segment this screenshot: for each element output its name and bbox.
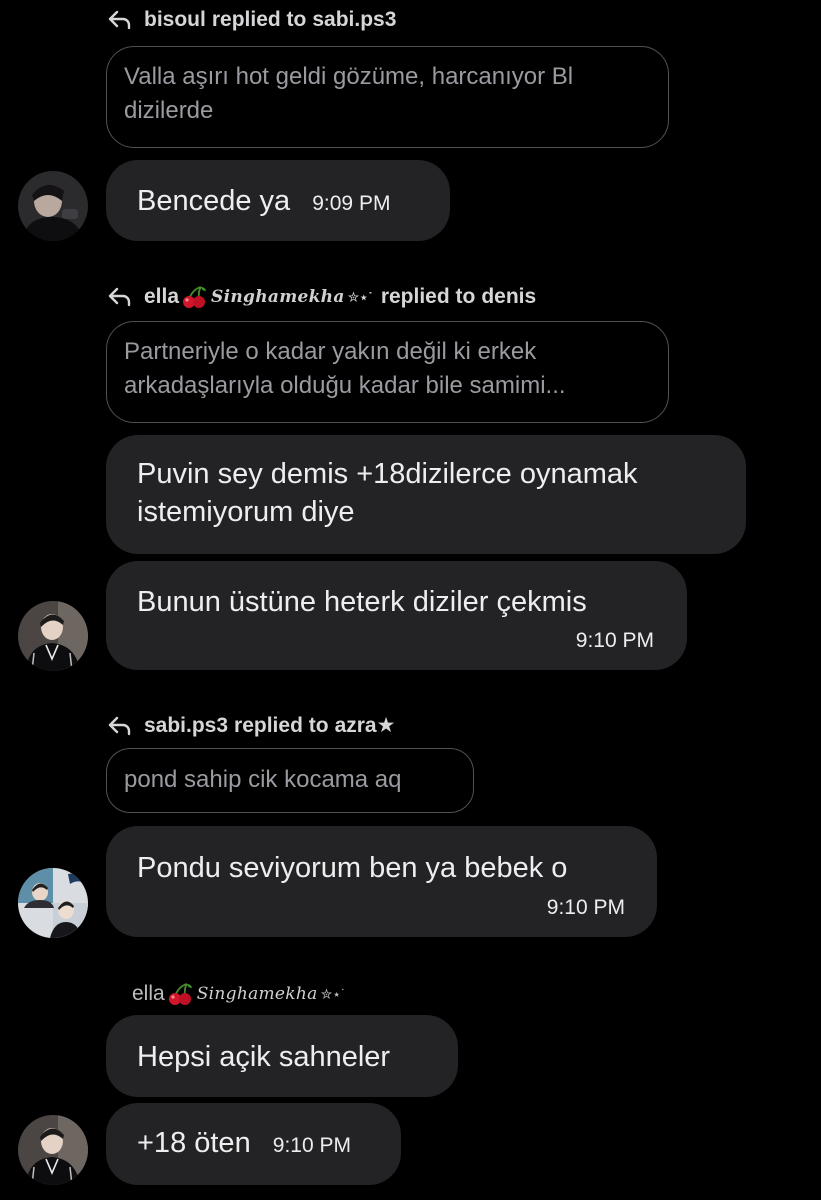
message-bubble[interactable]: Pondu seviyorum ben ya bebek o 9:10 PM: [106, 826, 657, 937]
message-text: Bunun üstüne heterk diziler çekmis: [137, 586, 587, 618]
person-avatar-icon: [18, 171, 88, 241]
message-text: Puvin sey demis +18dizilerce oynamak ist…: [137, 458, 638, 528]
cherry-emoji-icon: [168, 983, 192, 1005]
person-avatar-icon: [18, 601, 88, 671]
message-bubble[interactable]: Puvin sey demis +18dizilerce oynamak ist…: [106, 435, 746, 554]
reply-target[interactable]: denis: [481, 285, 536, 309]
quoted-message[interactable]: Valla aşırı hot geldi gözüme, harcanıyor…: [106, 46, 669, 148]
user-avatar[interactable]: [18, 171, 88, 241]
cherry-emoji-icon: [183, 286, 207, 308]
sender-name-symbols: ✮⋆˙: [320, 985, 346, 1002]
sender-label: ella Singhamekha ✮⋆˙: [132, 982, 346, 1006]
message-bubble[interactable]: +18 öten 9:10 PM: [106, 1103, 401, 1185]
reply-author-symbols: ✮⋆˙: [347, 288, 373, 305]
reply-arrow-icon: [108, 10, 131, 30]
sender-name[interactable]: ella: [132, 982, 165, 1006]
message-timestamp: 9:09 PM: [312, 192, 391, 215]
message-timestamp: 9:10 PM: [272, 1134, 351, 1157]
message-text: Hepsi açik sahneler: [137, 1041, 391, 1073]
reply-author[interactable]: bisoul: [144, 8, 206, 32]
reply-arrow-icon: [108, 716, 131, 735]
reply-connector: replied to: [234, 713, 329, 737]
reply-connector: replied to: [211, 8, 307, 31]
message-timestamp: 9:10 PM: [546, 896, 625, 919]
message-text: +18 öten: [137, 1127, 251, 1159]
message-text: Bencede ya: [137, 185, 291, 217]
user-avatar[interactable]: [18, 868, 88, 938]
message-bubble[interactable]: Bencede ya 9:09 PM: [106, 160, 450, 241]
quoted-message[interactable]: Partneriyle o kadar yakın değil ki erkek…: [106, 321, 669, 423]
reply-target[interactable]: sabi.ps3: [312, 8, 396, 32]
reply-header: sabi.ps3 replied to azra★: [108, 713, 395, 738]
person-avatar-icon: [18, 1115, 88, 1185]
reply-author[interactable]: sabi.ps3: [144, 714, 228, 738]
sender-name-stylized: Singhamekha: [196, 984, 318, 1004]
quoted-message[interactable]: pond sahip cik kocama aq: [106, 748, 474, 813]
reply-arrow-icon: [108, 287, 131, 307]
reply-header: ella Singhamekha ✮⋆˙ replied to denis: [108, 285, 536, 309]
user-avatar[interactable]: [18, 1115, 88, 1185]
reply-target[interactable]: azra★: [335, 713, 396, 738]
message-bubble[interactable]: Bunun üstüne heterk diziler çekmis 9:10 …: [106, 561, 687, 670]
reply-author[interactable]: ella: [144, 285, 179, 309]
message-bubble[interactable]: Hepsi açik sahneler: [106, 1015, 458, 1097]
message-text: Pondu seviyorum ben ya bebek o: [137, 852, 568, 884]
user-avatar[interactable]: [18, 601, 88, 671]
person-avatar-icon: [18, 868, 88, 938]
reply-connector: replied to: [380, 285, 476, 308]
reply-author-stylized: Singhamekha: [211, 287, 345, 307]
message-timestamp: 9:10 PM: [575, 629, 654, 652]
reply-header: bisoul replied to sabi.ps3: [108, 8, 396, 32]
